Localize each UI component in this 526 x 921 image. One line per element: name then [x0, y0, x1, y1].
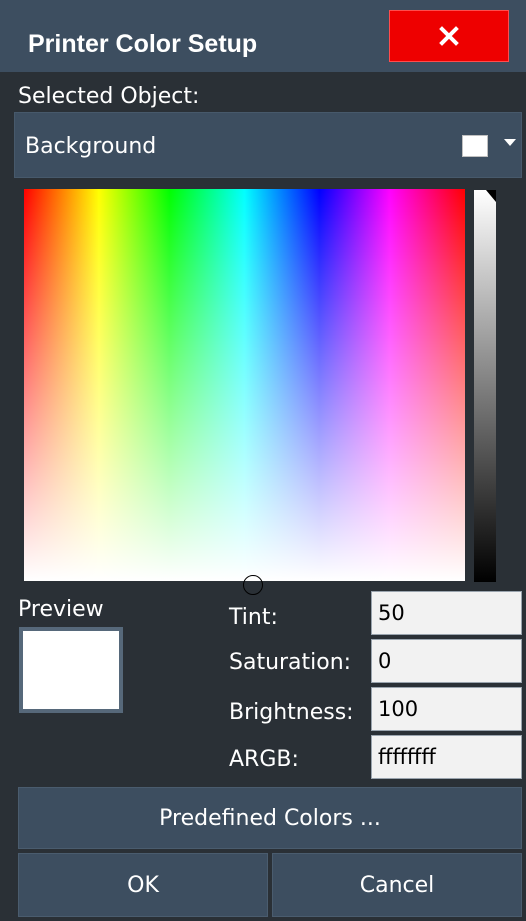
saturation-input[interactable]: 0	[371, 639, 522, 683]
brightness-slider[interactable]	[474, 190, 496, 582]
dialog-title: Printer Color Setup	[28, 30, 258, 58]
color-swatch	[462, 135, 488, 157]
saturation-label: Saturation:	[229, 650, 352, 675]
hue-marker[interactable]	[243, 575, 263, 595]
predefined-colors-button[interactable]: Predefined Colors ...	[18, 787, 522, 849]
dialog-titlebar: Printer Color Setup	[0, 0, 526, 72]
argb-label: ARGB:	[229, 747, 299, 772]
selected-object-label: Selected Object:	[18, 84, 200, 109]
brightness-input[interactable]: 100	[371, 687, 522, 731]
ok-button[interactable]: OK	[18, 853, 268, 917]
tint-label: Tint:	[229, 605, 278, 630]
selected-object-value: Background	[25, 134, 157, 159]
tint-input[interactable]: 50	[371, 591, 522, 635]
hue-saturation-field[interactable]	[24, 189, 465, 595]
preview-swatch	[19, 627, 123, 713]
color-picker-panel	[14, 182, 522, 595]
close-button[interactable]	[389, 10, 509, 62]
caret-down-icon	[504, 139, 516, 146]
selected-object-dropdown[interactable]: Background	[14, 112, 522, 178]
brightness-label: Brightness:	[229, 700, 354, 725]
close-icon	[439, 26, 459, 46]
preview-label: Preview	[18, 597, 104, 622]
brightness-marker[interactable]	[486, 190, 496, 202]
cancel-button[interactable]: Cancel	[272, 853, 522, 917]
argb-input[interactable]: ffffffff	[371, 735, 522, 779]
